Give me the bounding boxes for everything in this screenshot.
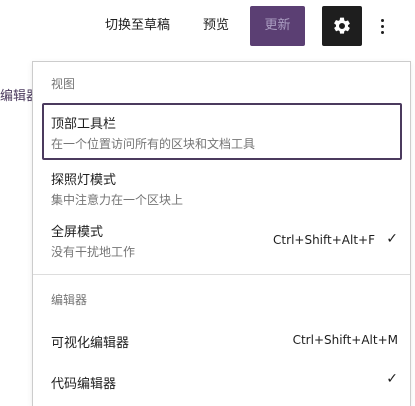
menu-item-title: 全屏模式 xyxy=(51,225,104,240)
view-group-label: 视图 xyxy=(51,77,76,91)
gear-icon xyxy=(334,17,350,34)
options-dropdown-menu: 视图 顶部工具栏 在一个位置访问所有的区块和文档工具 探照灯模式 集中注意力在一… xyxy=(32,61,411,406)
vertical-ellipsis-icon xyxy=(380,18,384,22)
menu-item-spotlight-mode[interactable]: 探照灯模式 集中注意力在一个区块上 xyxy=(42,163,402,213)
menu-item-title: 可视化编辑器 xyxy=(51,336,130,351)
settings-button[interactable] xyxy=(322,6,362,46)
menu-item-top-toolbar[interactable]: 顶部工具栏 在一个位置访问所有的区块和文档工具 xyxy=(42,103,402,160)
checkmark-icon: ✓ xyxy=(386,231,398,247)
menu-item-title: 代码编辑器 xyxy=(51,377,117,392)
menu-item-code-editor[interactable]: 代码编辑器 ✓ xyxy=(42,366,402,396)
menu-divider xyxy=(33,274,410,275)
keyboard-shortcut: Ctrl+Shift+Alt+M xyxy=(292,333,398,347)
editor-group-label: 编辑器 xyxy=(51,293,88,307)
menu-item-visual-editor[interactable]: 可视化编辑器 Ctrl+Shift+Alt+M xyxy=(42,325,402,355)
menu-item-description: 在一个位置访问所有的区块和文档工具 xyxy=(51,137,256,151)
menu-item-title: 顶部工具栏 xyxy=(51,117,117,132)
menu-item-description: 没有干扰地工作 xyxy=(51,245,136,259)
update-button[interactable]: 更新 xyxy=(250,6,305,46)
menu-item-description: 集中注意力在一个区块上 xyxy=(51,193,184,207)
preview-button[interactable]: 预览 xyxy=(203,17,229,35)
switch-to-draft-button[interactable]: 切换至草稿 xyxy=(105,17,170,35)
menu-item-title: 探照灯模式 xyxy=(51,173,117,188)
menu-item-fullscreen-mode[interactable]: 全屏模式 没有干扰地工作 Ctrl+Shift+Alt+F ✓ xyxy=(42,215,402,267)
more-options-button[interactable] xyxy=(372,6,392,46)
keyboard-shortcut: Ctrl+Shift+Alt+F xyxy=(273,233,375,247)
editor-header: 切换至草稿 预览 更新 xyxy=(0,0,415,60)
checkmark-icon: ✓ xyxy=(386,371,398,387)
